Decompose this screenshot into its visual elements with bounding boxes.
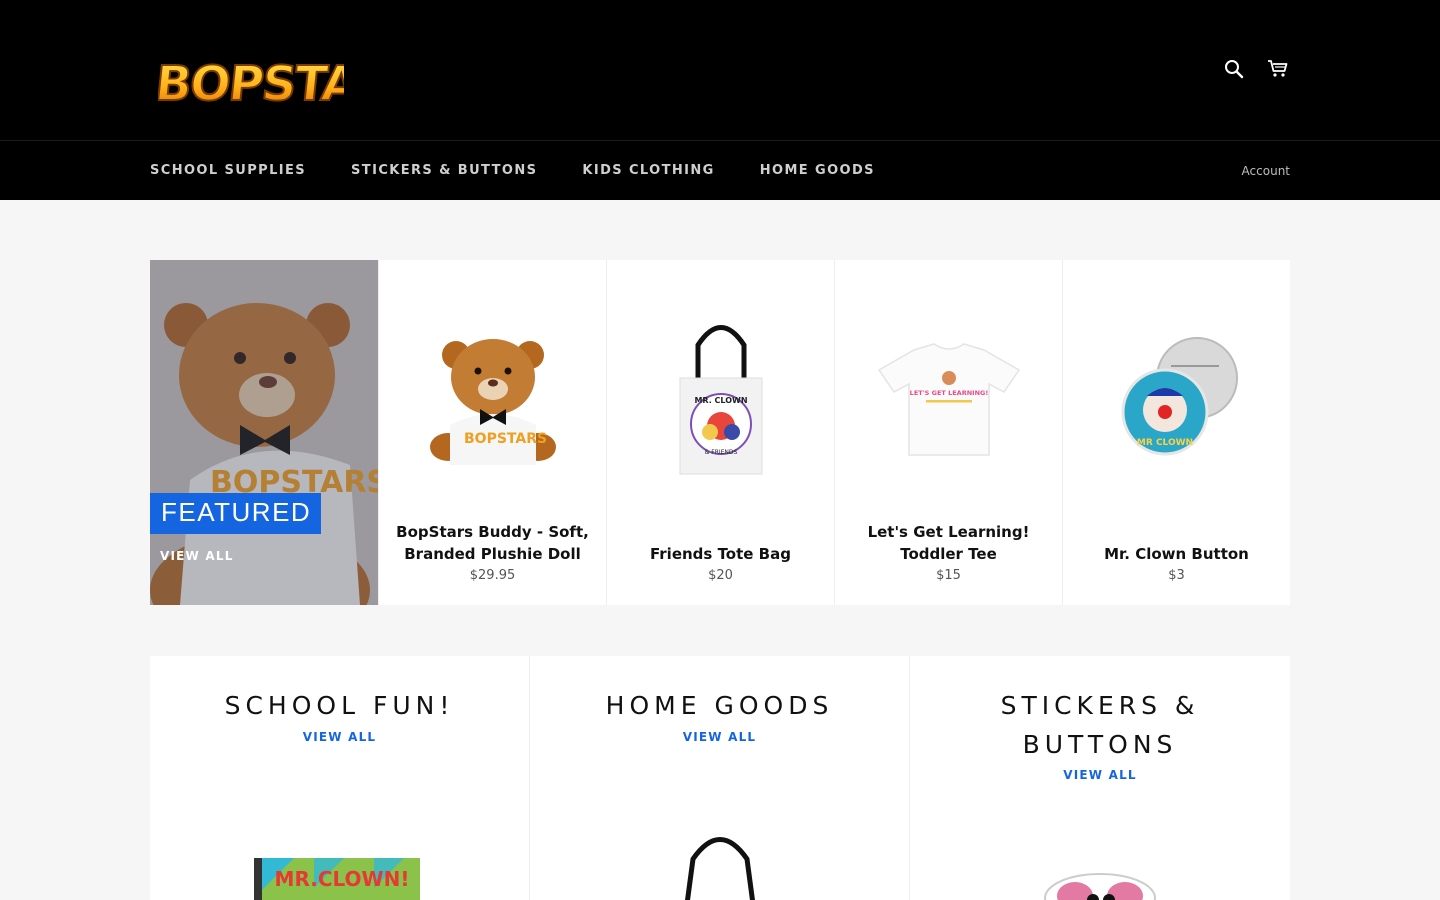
svg-text:LET'S GET LEARNING!: LET'S GET LEARNING! <box>910 389 989 397</box>
featured-tag: FEATURED <box>150 493 322 534</box>
tote-bag-image: MR. CLOWN & FRIENDS <box>641 315 801 485</box>
bopstars-logo[interactable]: BOPSTARS <box>152 22 429 120</box>
collection-list: SCHOOL FUN! VIEW ALL MR.CLOWN! HOME GOOD… <box>150 656 1290 900</box>
svg-text:MR. CLOWN: MR. CLOWN <box>694 396 747 405</box>
product-price: $20 <box>708 568 733 583</box>
product-card[interactable]: MR CLOWN Mr. Clown Button $3 <box>1062 260 1290 605</box>
collection-school-fun[interactable]: SCHOOL FUN! VIEW ALL MR.CLOWN! <box>150 656 530 900</box>
plushie-image: BOPSTARS <box>413 315 573 485</box>
svg-text:BOPSTARS: BOPSTARS <box>464 431 547 447</box>
sticker-image <box>1044 873 1156 900</box>
nav-kids-clothing[interactable]: KIDS CLOTHING <box>582 163 714 178</box>
svg-text:& FRIENDS: & FRIENDS <box>705 449 738 456</box>
main-nav: SCHOOL SUPPLIES STICKERS & BUTTONS KIDS … <box>0 141 1440 200</box>
collection-home-goods[interactable]: HOME GOODS VIEW ALL <box>530 656 910 900</box>
cart-icon[interactable] <box>1266 55 1290 83</box>
site-header: BOPSTARS <box>0 0 1440 141</box>
collection-view-all-link[interactable]: VIEW ALL <box>530 730 909 744</box>
product-price: $15 <box>936 568 961 583</box>
tote-bag-handle-image <box>685 837 755 900</box>
svg-text:MR CLOWN: MR CLOWN <box>1137 438 1193 448</box>
featured-collection: BOPSTARS FEATURED VIEW ALL BOPSTARS BopS <box>150 260 1290 605</box>
product-price: $29.95 <box>469 568 516 583</box>
product-price: $3 <box>1168 568 1185 583</box>
product-title: Let's Get Learning! Toddler Tee <box>867 523 1030 563</box>
notebook-image: MR.CLOWN! <box>254 858 420 900</box>
collection-title: HOME GOODS <box>605 691 834 720</box>
svg-text:MR.CLOWN!: MR.CLOWN! <box>275 867 410 891</box>
collection-view-all-link[interactable]: VIEW ALL <box>150 730 529 744</box>
nav-school-supplies[interactable]: SCHOOL SUPPLIES <box>150 163 306 178</box>
product-card[interactable]: LET'S GET LEARNING! Let's Get Learning! … <box>834 260 1062 605</box>
clown-button-image: MR CLOWN <box>1097 315 1257 485</box>
svg-text:BOPSTARS: BOPSTARS <box>158 56 344 112</box>
collection-title: SCHOOL FUN! <box>224 691 455 720</box>
nav-home-goods[interactable]: HOME GOODS <box>760 163 875 178</box>
collection-stickers-buttons[interactable]: STICKERS & BUTTONS VIEW ALL <box>910 656 1290 900</box>
product-title: BopStars Buddy - Soft, Branded Plushie D… <box>396 523 589 563</box>
product-title: Friends Tote Bag <box>650 545 791 563</box>
collection-view-all-link[interactable]: VIEW ALL <box>910 768 1290 782</box>
featured-view-all-link[interactable]: VIEW ALL <box>160 549 234 563</box>
collection-title: STICKERS & BUTTONS <box>1000 691 1200 759</box>
featured-hero[interactable]: BOPSTARS FEATURED VIEW ALL <box>150 260 378 605</box>
toddler-tee-image: LET'S GET LEARNING! <box>869 315 1029 485</box>
search-icon[interactable] <box>1222 55 1246 83</box>
product-title: Mr. Clown Button <box>1104 545 1249 563</box>
account-link[interactable]: Account <box>1242 141 1290 200</box>
product-card[interactable]: MR. CLOWN & FRIENDS Friends Tote Bag $20 <box>606 260 834 605</box>
nav-stickers-buttons[interactable]: STICKERS & BUTTONS <box>351 163 537 178</box>
product-card[interactable]: BOPSTARS BopStars Buddy - Soft, Branded … <box>378 260 606 605</box>
